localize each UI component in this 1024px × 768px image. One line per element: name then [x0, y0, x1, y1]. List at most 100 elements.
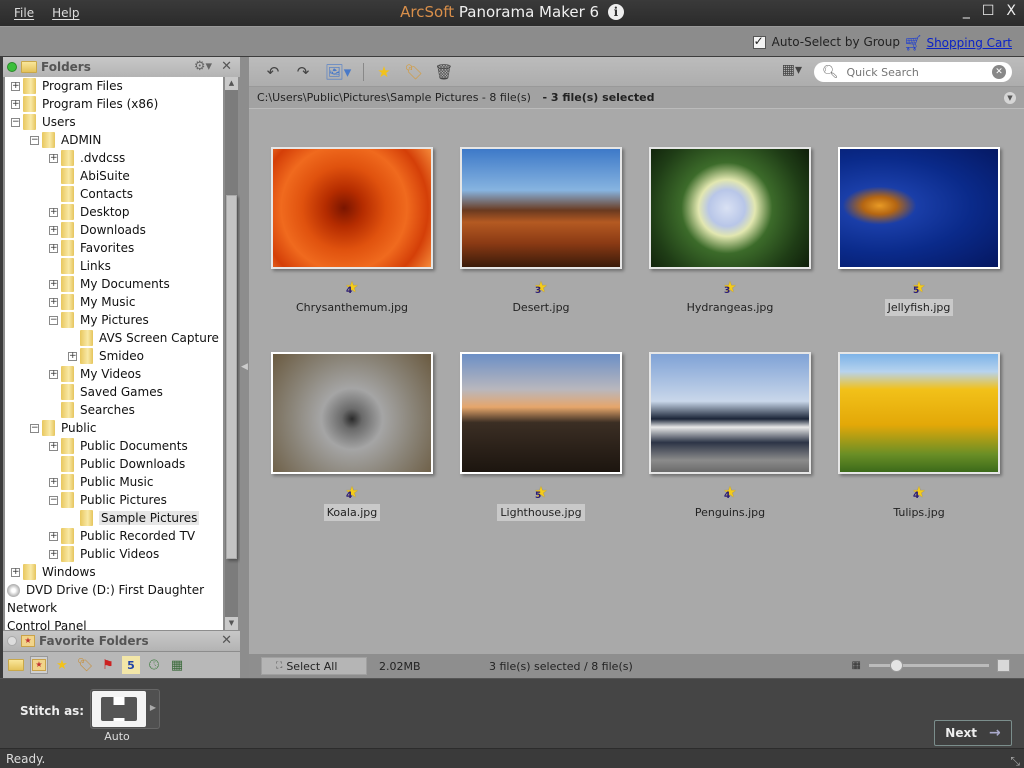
expand-icon[interactable]: + [49, 441, 58, 451]
tree-item[interactable]: + My Music [5, 293, 223, 311]
tree-item[interactable]: + My Videos [5, 365, 223, 383]
tree-item[interactable]: Network [5, 599, 223, 617]
rating-badge[interactable]: ★ 3 [637, 278, 823, 296]
tree-item[interactable]: + Public Videos [5, 545, 223, 563]
scroll-thumb[interactable] [226, 195, 237, 559]
slider-knob[interactable] [890, 659, 904, 672]
quick-search[interactable]: 🔍︎ ✕ [814, 62, 1012, 82]
next-button[interactable]: Next → [934, 720, 1012, 746]
tree-item[interactable]: − Users [5, 113, 223, 131]
tree-item[interactable]: − My Pictures [5, 311, 223, 329]
thumbnail-image[interactable] [460, 147, 622, 269]
collapse-icon[interactable]: − [49, 315, 58, 325]
thumbnail-image[interactable] [838, 147, 1000, 269]
calendar-icon[interactable]: 5 [122, 656, 140, 674]
rating-badge[interactable]: ★ 4 [259, 278, 445, 296]
collapse-icon[interactable]: − [49, 495, 58, 505]
tree-item[interactable]: Control Panel [5, 617, 223, 630]
flag-icon[interactable]: ⚑ [99, 656, 117, 674]
expand-icon[interactable]: + [11, 99, 20, 109]
tree-item[interactable]: + Windows [5, 563, 223, 581]
grid-icon[interactable]: ▦ [168, 656, 186, 674]
thumbnail-item[interactable]: ★ 4 Penguins.jpg [637, 315, 817, 519]
tree-item[interactable]: + Public Documents [5, 437, 223, 455]
delete-icon[interactable]: 🗑︎ [434, 62, 454, 82]
tree-item[interactable]: − Public [5, 419, 223, 437]
tag-icon[interactable]: 🏷︎ [76, 656, 94, 674]
shopping-cart[interactable]: 🛒︎ Shopping Cart [903, 34, 1012, 52]
tree-item[interactable]: AVS Screen Capture [5, 329, 223, 347]
small-thumbnails-icon[interactable]: ▦ [852, 660, 861, 671]
tree-item[interactable]: + Smideo [5, 347, 223, 365]
thumbnail-image[interactable] [460, 352, 622, 474]
stitch-mode-selector[interactable]: ▶ [90, 689, 160, 729]
tree-item[interactable]: Public Downloads [5, 455, 223, 473]
auto-select-checkbox[interactable] [752, 34, 766, 49]
collapse-icon[interactable]: − [30, 135, 39, 145]
tree-item[interactable]: − ADMIN [5, 131, 223, 149]
favorite-folder-icon[interactable]: ★ [30, 656, 48, 674]
expand-icon[interactable]: + [49, 153, 58, 163]
tree-item[interactable]: Links [5, 257, 223, 275]
thumbnail-image[interactable] [649, 352, 811, 474]
thumbnail-item[interactable]: ★ 3 Desert.jpg [448, 110, 628, 314]
collapse-icon[interactable]: − [11, 117, 20, 127]
thumbnail-item[interactable]: ★ 4 Koala.jpg [259, 315, 439, 521]
shopping-cart-link[interactable]: Shopping Cart [926, 36, 1012, 50]
rating-badge[interactable]: ★ 3 [448, 278, 634, 296]
expand-icon[interactable]: + [68, 351, 77, 361]
search-input[interactable] [846, 65, 987, 79]
tree-item[interactable]: DVD Drive (D:) First Daughter [5, 581, 223, 599]
resize-grip-icon[interactable]: ⤡ [1010, 751, 1020, 768]
dropdown-arrow-icon[interactable]: ▶ [150, 703, 156, 712]
image-edit-icon[interactable]: 🖼︎▾ [323, 62, 353, 82]
expand-icon[interactable]: + [49, 297, 58, 307]
tree-item[interactable]: + Public Recorded TV [5, 527, 223, 545]
view-mode-icon[interactable]: ▦▾ [782, 62, 802, 78]
gear-icon[interactable]: ⚙▾ [194, 59, 212, 74]
tree-item[interactable]: AbiSuite [5, 167, 223, 185]
expand-icon[interactable]: + [49, 207, 58, 217]
thumbnail-item[interactable]: ★ 4 Tulips.jpg [826, 315, 1006, 519]
tag-icon[interactable]: 🏷︎ [404, 62, 424, 82]
maximize-button[interactable]: ☐ [982, 3, 995, 19]
collapse-arrow-icon[interactable]: ◀ [241, 362, 248, 372]
expand-icon[interactable]: + [49, 243, 58, 253]
thumbnail-image[interactable] [271, 147, 433, 269]
folder-icon[interactable] [7, 656, 25, 674]
thumbnail-image[interactable] [838, 352, 1000, 474]
select-all-button[interactable]: ⛶ Select All [261, 657, 367, 675]
rating-badge[interactable]: ★ 5 [448, 483, 634, 501]
scroll-up-icon[interactable]: ▲ [225, 77, 238, 90]
scroll-down-icon[interactable]: ▼ [225, 617, 238, 630]
close-panel-icon[interactable]: ✕ [221, 59, 232, 74]
thumbnail-item[interactable]: ★ 3 Hydrangeas.jpg [637, 110, 817, 314]
close-button[interactable]: X [1006, 3, 1016, 19]
rating-badge[interactable]: ★ 4 [637, 483, 823, 501]
thumbnail-item[interactable]: ★ 5 Jellyfish.jpg [826, 110, 1006, 316]
auto-select-toggle[interactable]: Auto-Select by Group [752, 34, 900, 49]
expand-icon[interactable]: + [49, 369, 58, 379]
path-dropdown-icon[interactable]: ▼ [1004, 92, 1016, 104]
minimize-button[interactable]: _ [963, 3, 970, 19]
rotate-right-icon[interactable]: ↷ [293, 62, 313, 82]
info-icon[interactable]: i [607, 4, 624, 20]
tree-item[interactable]: + Favorites [5, 239, 223, 257]
tree-item[interactable]: + .dvdcss [5, 149, 223, 167]
tree-scrollbar[interactable]: ▲ ▼ [225, 77, 238, 630]
star-rating-icon[interactable]: ★ [374, 62, 394, 82]
thumbnail-item[interactable]: ★ 4 Chrysanthemum.jpg [259, 110, 439, 314]
expand-icon[interactable]: + [49, 531, 58, 541]
tree-item[interactable]: Sample Pictures [5, 509, 223, 527]
close-favorites-icon[interactable]: ✕ [221, 633, 232, 648]
clear-search-icon[interactable]: ✕ [992, 65, 1006, 79]
tree-item[interactable]: Contacts [5, 185, 223, 203]
tree-item[interactable]: + Downloads [5, 221, 223, 239]
thumbnail-image[interactable] [271, 352, 433, 474]
expand-icon[interactable]: + [49, 279, 58, 289]
thumbnail-image[interactable] [649, 147, 811, 269]
tree-item[interactable]: + Program Files (x86) [5, 95, 223, 113]
expand-icon[interactable]: + [49, 549, 58, 559]
recent-icon[interactable]: 🕓︎ [145, 656, 163, 674]
large-thumbnails-icon[interactable] [997, 659, 1010, 672]
